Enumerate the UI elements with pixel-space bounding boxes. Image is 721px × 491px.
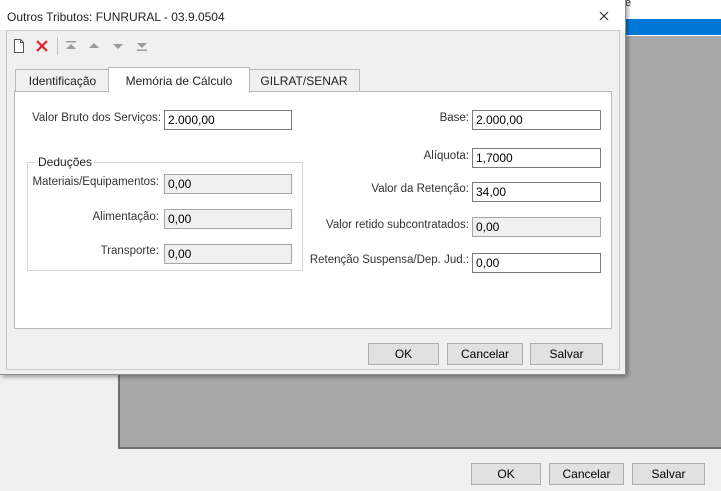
move-first-icon[interactable] xyxy=(63,38,79,54)
memoria-de-calculo-panel: Valor Bruto dos Serviços: 2.000,00 Deduç… xyxy=(14,91,612,329)
toolbar-separator xyxy=(57,37,58,55)
dialog-title: Outros Tributos: FUNRURAL - 03.9.0504 xyxy=(7,10,225,24)
tab-memoria-de-calculo[interactable]: Memória de Cálculo xyxy=(108,67,250,93)
toolbar xyxy=(7,31,619,61)
alimentacao-label: Alimentação: xyxy=(92,211,159,223)
valor-retencao-label: Valor da Retenção: xyxy=(371,183,469,195)
move-up-icon[interactable] xyxy=(86,38,102,54)
base-label: Base: xyxy=(439,112,469,124)
valor-retencao-field[interactable]: 34,00 xyxy=(472,182,601,202)
background-save-button[interactable]: Salvar xyxy=(632,463,705,485)
alimentacao-field[interactable]: 0,00 xyxy=(164,209,292,229)
valor-retido-field[interactable]: 0,00 xyxy=(472,217,601,237)
save-button[interactable]: Salvar xyxy=(530,343,603,365)
retencao-suspensa-label: Retenção Suspensa/Dep. Jud.: xyxy=(309,254,469,266)
base-field[interactable]: 2.000,00 xyxy=(472,110,601,130)
new-document-icon[interactable] xyxy=(11,38,27,54)
move-down-icon[interactable] xyxy=(110,38,126,54)
dialog-titlebar[interactable]: Outros Tributos: FUNRURAL - 03.9.0504 xyxy=(0,0,625,30)
delete-x-icon[interactable] xyxy=(34,38,50,54)
move-last-icon[interactable] xyxy=(134,38,150,54)
cancel-button[interactable]: Cancelar xyxy=(447,343,523,365)
valor-bruto-field[interactable]: 2.000,00 xyxy=(164,110,292,130)
transporte-label: Transporte: xyxy=(100,245,159,257)
deducoes-group: Deduções Materiais/Equipamentos: 0,00 Al… xyxy=(27,155,303,271)
valor-retido-label: Valor retido subcontratados: xyxy=(326,219,469,231)
aliquota-label: Alíquota: xyxy=(423,150,469,162)
deducoes-title: Deduções xyxy=(36,155,95,169)
background-ok-button[interactable]: OK xyxy=(471,463,541,485)
materiais-label: Materiais/Equipamentos: xyxy=(32,176,159,188)
transporte-field[interactable]: 0,00 xyxy=(164,244,292,264)
aliquota-field[interactable]: 1,7000 xyxy=(472,148,601,168)
valor-bruto-label: Valor Bruto dos Serviços: xyxy=(32,112,161,124)
tab-identificacao[interactable]: Identificação xyxy=(15,69,110,91)
materiais-field[interactable]: 0,00 xyxy=(164,174,292,194)
retencao-suspensa-field[interactable]: 0,00 xyxy=(472,253,601,273)
close-x-icon[interactable] xyxy=(596,8,612,24)
background-cancel-button[interactable]: Cancelar xyxy=(549,463,624,485)
background-button-bar: OK Cancelar Salvar xyxy=(0,460,721,491)
funrural-dialog: Outros Tributos: FUNRURAL - 03.9.0504 Id… xyxy=(0,0,626,375)
ok-button[interactable]: OK xyxy=(368,343,439,365)
tab-gilrat-senar[interactable]: GILRAT/SENAR xyxy=(248,69,360,91)
dialog-body: Identificação Memória de Cálculo GILRAT/… xyxy=(6,30,620,370)
